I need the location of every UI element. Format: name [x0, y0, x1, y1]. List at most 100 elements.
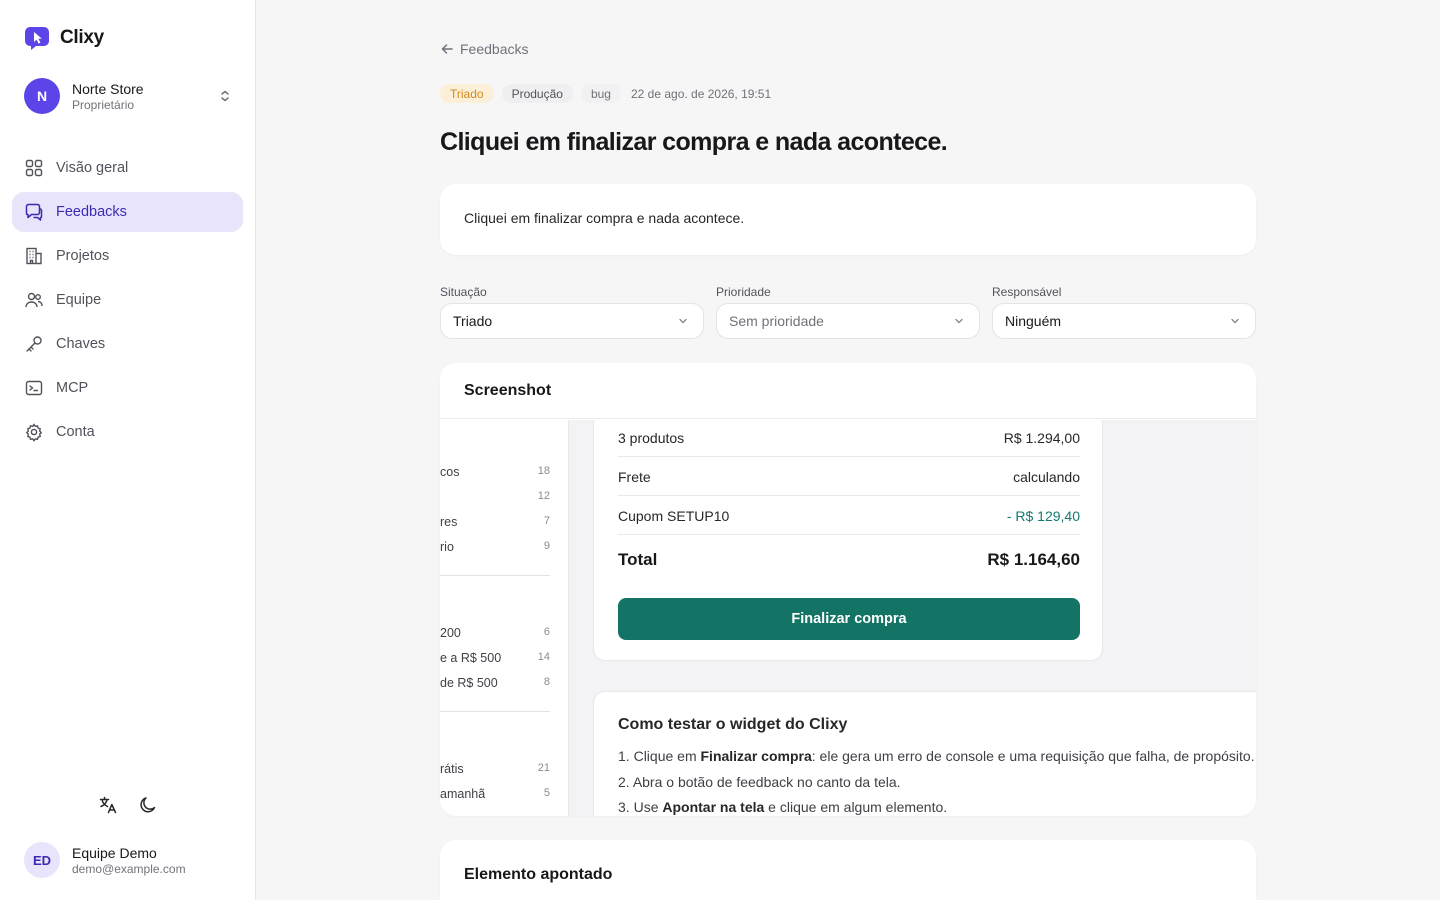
language-button[interactable]	[96, 793, 120, 817]
chevron-down-icon	[955, 318, 963, 324]
prioridade-field: Prioridade Sem prioridade	[716, 285, 980, 339]
environment-badge: Produção	[501, 84, 573, 103]
step-number: 1.	[618, 748, 630, 764]
user-avatar: ED	[24, 842, 60, 878]
responsavel-select[interactable]: Ninguém	[992, 303, 1256, 339]
situacao-field: Situação Triado	[440, 285, 704, 339]
back-link[interactable]: Feedbacks	[440, 41, 528, 57]
filters-panel: cos 18 12 res 7 rio 9 200 6 e a R$ 500 14 de …	[440, 420, 569, 816]
filter-count: 9	[543, 540, 550, 552]
feedback-meta: Triado Produção bug 22 de ago. de 2026, …	[440, 84, 771, 103]
filter-count: 18	[537, 465, 550, 477]
status-badge: Triado	[440, 84, 494, 103]
page-title: Cliquei em finalizar compra e nada acont…	[440, 128, 948, 156]
step-text: e clique em algum elemento.	[764, 799, 948, 815]
step-text: Abra o botão de feedback no canto da tel…	[632, 773, 901, 790]
summary-label: Total	[618, 550, 658, 569]
sidebar-item-label: Feedbacks	[56, 204, 127, 220]
screenshot-image[interactable]: cos 18 12 res 7 rio 9 200 6 e a R$ 500 14 de …	[440, 420, 1256, 816]
workspace-avatar: N	[24, 78, 60, 114]
back-link-label: Feedbacks	[460, 41, 529, 57]
prioridade-select[interactable]: Sem prioridade	[716, 303, 980, 339]
finalizar-compra-button[interactable]: Finalizar compra	[618, 598, 1080, 640]
filter-label: cos	[440, 465, 460, 479]
sidebar-item-chaves[interactable]: Chaves	[12, 324, 243, 364]
sidebar-item-visao-geral[interactable]: Visão geral	[12, 148, 243, 188]
description-card: Cliquei em finalizar compra e nada acont…	[440, 184, 1256, 255]
filter-row: rátis 21	[440, 762, 550, 776]
screenshot-card: Screenshot cos 18 12 res 7 rio 9 200 6 e a R…	[440, 363, 1256, 816]
screenshot-heading: Screenshot	[440, 363, 1256, 419]
workspace-name: Norte Store	[72, 80, 144, 97]
summary-divider	[618, 495, 1080, 496]
terminal-icon	[25, 380, 43, 396]
brand-name: Clixy	[60, 27, 104, 48]
user-menu[interactable]: ED Equipe Demo demo@example.com	[24, 842, 186, 878]
moon-icon	[140, 797, 156, 813]
filter-row: amanhã 5	[440, 787, 550, 801]
sidebar-item-label: Chaves	[56, 336, 106, 352]
chevrons-up-down-icon	[221, 90, 229, 102]
filter-label: rio	[440, 540, 454, 554]
clixy-logo-icon	[25, 27, 49, 50]
chevron-down-icon	[1231, 318, 1239, 324]
summary-row-shipping: Frete calculando	[618, 469, 1080, 485]
filter-row: 12	[440, 490, 550, 502]
howto-step: 3. Use Apontar na tela e clique em algum…	[618, 795, 1248, 816]
type-badge: bug	[580, 84, 621, 103]
step-number: 3.	[618, 799, 630, 815]
filter-label: amanhã	[440, 787, 486, 801]
situacao-select[interactable]: Triado	[440, 303, 704, 339]
filter-count: 8	[543, 676, 550, 688]
sidebar-item-mcp[interactable]: MCP	[12, 368, 243, 408]
step-text: Clique em	[633, 748, 701, 764]
filter-label: de R$ 500	[440, 676, 498, 690]
summary-divider	[618, 534, 1080, 535]
filter-row: res 7	[440, 515, 550, 529]
filter-count: 5	[543, 787, 550, 799]
summary-row-total: Total R$ 1.164,60	[618, 550, 1080, 570]
theme-toggle-button[interactable]	[136, 793, 160, 817]
workspace-switcher[interactable]: N Norte Store Proprietário	[24, 78, 232, 114]
sidebar: Clixy N Norte Store Proprietário Visão g…	[0, 0, 256, 900]
sidebar-item-equipe[interactable]: Equipe	[12, 280, 243, 320]
sidebar-item-projetos[interactable]: Projetos	[12, 236, 243, 276]
step-text: Use	[633, 799, 663, 815]
filter-divider	[440, 575, 550, 576]
filter-row: 200 6	[440, 626, 550, 640]
filter-row: e a R$ 500 14	[440, 651, 550, 665]
field-label: Prioridade	[716, 285, 771, 299]
select-value: Sem prioridade	[729, 313, 824, 329]
filter-row: de R$ 500 8	[440, 676, 550, 690]
brand[interactable]: Clixy	[24, 26, 104, 50]
created-date: 22 de ago. de 2026, 19:51	[630, 86, 772, 101]
howto-title: Como testar o widget do Clixy	[618, 716, 848, 733]
user-email: demo@example.com	[72, 861, 186, 876]
key-icon	[26, 336, 42, 352]
element-card: Elemento apontado	[440, 840, 1256, 900]
howto-step: 1. Clique em Finalizar compra: ele gera …	[618, 744, 1255, 770]
sidebar-nav: Visão geral Feedbacks Projetos Equipe Ch…	[12, 148, 243, 456]
sidebar-item-conta[interactable]: Conta	[12, 412, 243, 452]
arrow-left-icon	[441, 44, 453, 54]
sidebar-item-label: MCP	[56, 380, 89, 396]
filter-label: e a R$ 500	[440, 651, 502, 665]
step-bold: Apontar na tela	[662, 799, 765, 815]
message-icon	[25, 203, 43, 221]
translate-icon	[99, 796, 117, 814]
sidebar-item-label: Conta	[56, 424, 95, 440]
element-card-title: Elemento apontado	[464, 866, 613, 883]
summary-label: Frete	[618, 469, 651, 485]
main-content: Feedbacks Triado Produção bug 22 de ago.…	[256, 0, 1440, 900]
sidebar-item-feedbacks[interactable]: Feedbacks	[12, 192, 243, 232]
summary-label: 3 produtos	[618, 430, 685, 446]
sidebar-item-label: Projetos	[56, 248, 110, 264]
step-bold: Finalizar compra	[700, 748, 812, 764]
building-icon	[26, 247, 42, 265]
filter-count: 6	[543, 626, 550, 638]
filter-count: 7	[543, 515, 550, 527]
workspace-text: Norte Store Proprietário	[72, 80, 218, 113]
filter-count: 14	[537, 651, 550, 663]
step-number: 2.	[618, 773, 630, 790]
filter-label: res	[440, 515, 458, 529]
